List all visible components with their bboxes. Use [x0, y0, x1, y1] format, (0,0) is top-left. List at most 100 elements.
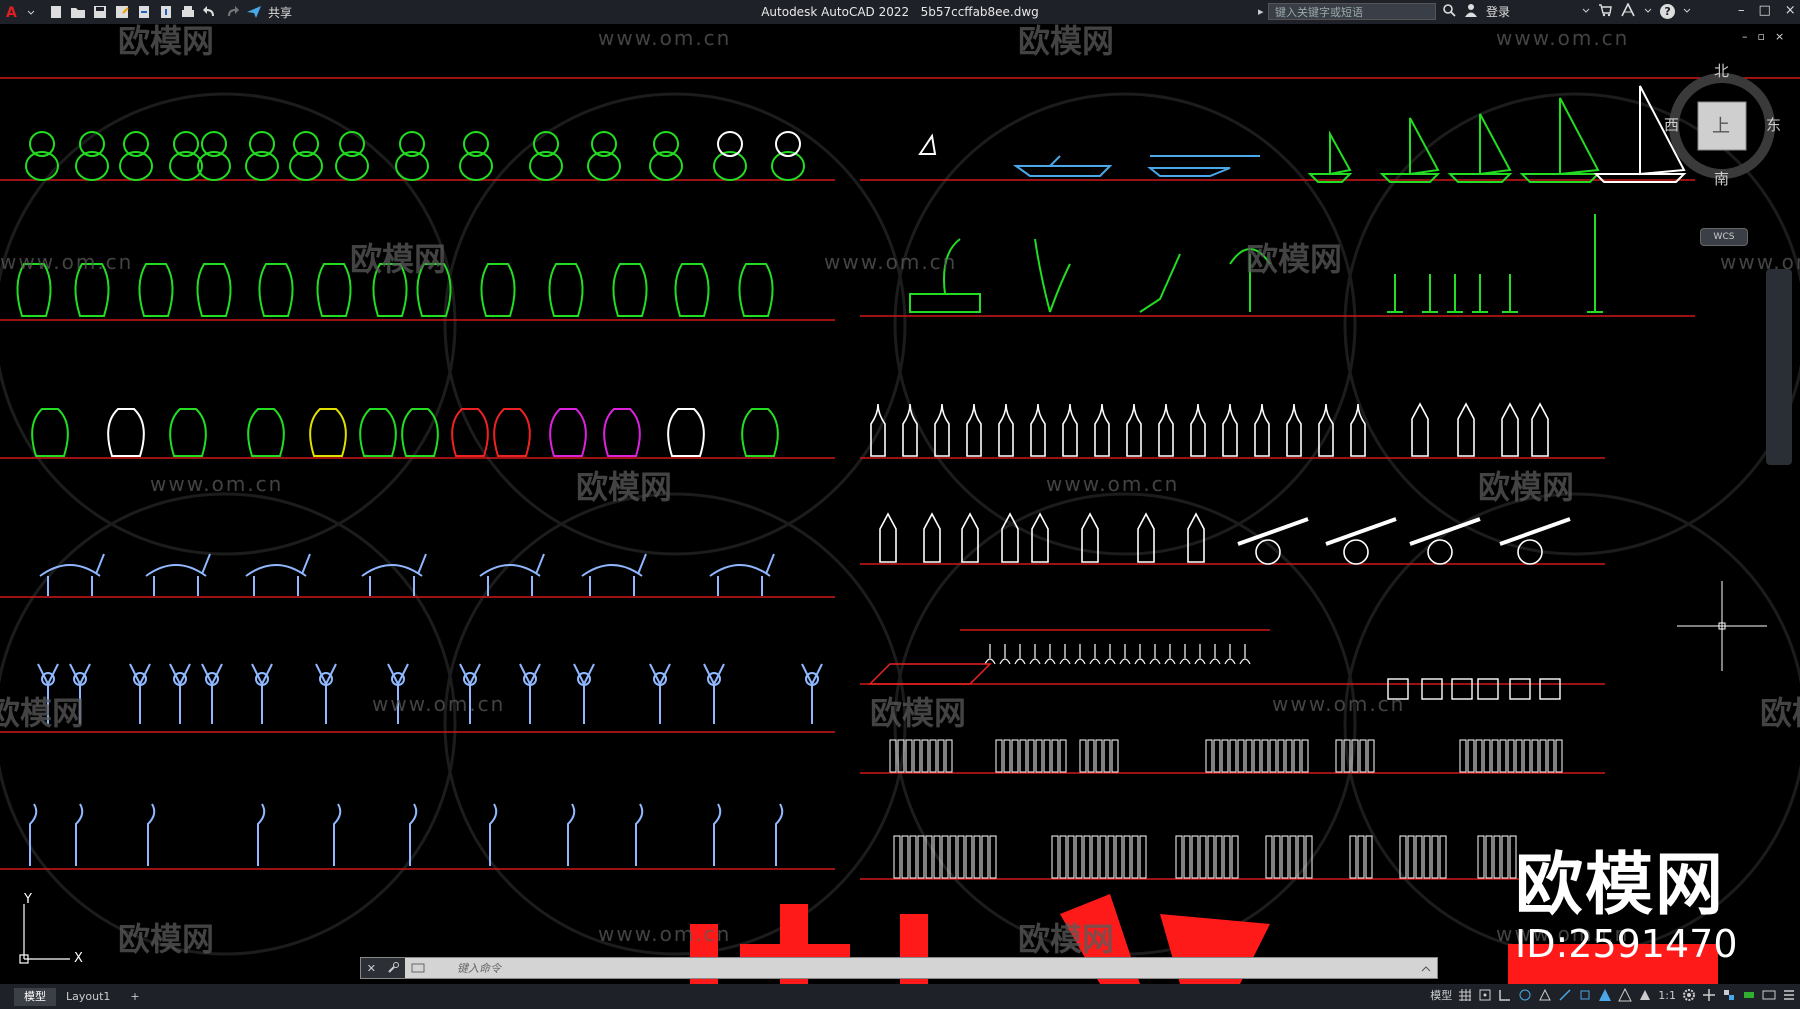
wine-bottle [934, 403, 950, 457]
book-spine [1003, 739, 1011, 773]
command-line-grip[interactable]: ✕ [361, 958, 405, 978]
book-spine [1091, 835, 1099, 879]
hardware-acceleration-icon[interactable] [1742, 988, 1756, 1002]
wcs-menu[interactable]: WCS [1700, 228, 1748, 246]
layout-tabs: 模型 Layout1 + [14, 987, 150, 1006]
hanging-wine-glass [1059, 644, 1071, 665]
drawing-close-button[interactable]: × [1775, 30, 1784, 43]
drawing-restore-button[interactable]: ▫ [1758, 30, 1765, 43]
watermark-url: www.om.cn [598, 922, 732, 946]
bird-sculpture [75, 803, 84, 866]
command-line[interactable]: ✕ 键入命令 [360, 957, 1438, 979]
cart-icon[interactable] [1598, 3, 1612, 20]
customization-menu-icon[interactable] [1782, 988, 1796, 1002]
ortho-icon[interactable] [1498, 988, 1512, 1002]
candle-stand [1587, 214, 1603, 313]
watermark-url: www.om.cn [1272, 692, 1406, 716]
isodraft-icon[interactable] [1538, 988, 1552, 1002]
share-icon[interactable] [246, 4, 262, 20]
close-icon[interactable]: ✕ [367, 962, 376, 975]
book-spine [1431, 835, 1439, 879]
annotation-scale-value[interactable]: 1:1 [1658, 989, 1676, 1002]
search-icon[interactable] [1442, 3, 1456, 20]
title-bar: A 共享 Autodesk AutoCAD 2022 5b57ccffab8ee… [0, 0, 1800, 24]
tab-layout1[interactable]: Layout1 [56, 988, 120, 1006]
share-label[interactable]: 共享 [268, 4, 292, 21]
decor-vase [359, 408, 397, 457]
book-spine [1111, 739, 1119, 773]
minimize-button[interactable]: – [1738, 3, 1745, 18]
book-spine [917, 835, 925, 879]
viewcube-west-label[interactable]: 西 [1664, 114, 1679, 135]
liquor-bottle [1457, 402, 1475, 457]
search-expand-icon[interactable]: ▸ [1258, 5, 1264, 18]
bottle [1081, 512, 1099, 563]
clean-screen-icon[interactable] [1762, 988, 1776, 1002]
book-spine [1191, 835, 1199, 879]
tab-model[interactable]: 模型 [14, 987, 56, 1006]
autocad-logo-icon[interactable]: A [4, 4, 20, 21]
drawing-minimize-button[interactable]: – [1742, 30, 1748, 43]
object-snap-tracking-icon[interactable] [1558, 988, 1572, 1002]
book-spine [1439, 835, 1447, 879]
search-input[interactable]: 键入关键字或短语 [1268, 3, 1436, 20]
book-spine [1019, 739, 1027, 773]
viewcube-face-label[interactable]: 上 [1712, 112, 1730, 138]
wine-bottle [1062, 403, 1078, 457]
object-snap-icon[interactable] [1578, 988, 1592, 1002]
command-input[interactable]: 键入命令 [427, 960, 1421, 976]
hanging-wine-glass [1179, 644, 1191, 665]
vase [138, 263, 174, 317]
snap-icon[interactable] [1478, 988, 1492, 1002]
hanging-wine-glass [1134, 644, 1146, 665]
annotation-visibility-icon[interactable] [1598, 988, 1612, 1002]
candle-stand [1447, 274, 1463, 313]
auto-scale-icon[interactable] [1618, 987, 1633, 1002]
book-spine [1207, 835, 1215, 879]
brand-id: ID:2591470 [1515, 922, 1738, 966]
chevron-down-icon[interactable] [26, 4, 42, 20]
annotation-scale-icon[interactable] [1638, 988, 1652, 1002]
chevron-down-icon[interactable] [1582, 3, 1590, 20]
autodesk-a360-icon[interactable] [1620, 2, 1636, 20]
save-icon[interactable] [92, 4, 108, 20]
book-spine [1547, 739, 1555, 773]
tab-add-layout[interactable]: + [120, 988, 149, 1006]
close-button[interactable]: × [1785, 3, 1796, 18]
ucs-y-label: Y [24, 892, 32, 907]
book-spine [945, 739, 953, 773]
watermark-cn: 欧模网 [118, 920, 215, 958]
open-folder-icon[interactable] [70, 4, 86, 20]
help-icon[interactable]: ? [1660, 4, 1676, 19]
maximize-button[interactable]: □ [1759, 3, 1771, 18]
chevron-down-icon[interactable] [1644, 3, 1652, 20]
decor-vase [549, 408, 587, 457]
login-button[interactable]: 登录 [1486, 3, 1510, 20]
hanging-wine-glass [1224, 644, 1236, 665]
model-space-toggle[interactable]: 模型 [1430, 987, 1452, 1003]
command-prompt-icon[interactable] [411, 959, 427, 978]
redo-icon[interactable] [224, 4, 240, 20]
polar-tracking-icon[interactable] [1518, 988, 1532, 1002]
vase [738, 263, 774, 317]
navigation-bar[interactable] [1766, 269, 1792, 465]
wrench-icon[interactable] [387, 959, 400, 978]
grid-icon[interactable] [1458, 988, 1472, 1002]
app-title: Autodesk AutoCAD 2022 [761, 5, 910, 19]
book-spine [1367, 739, 1375, 773]
drawing-canvas[interactable]: www.om.cn www.om.cn 欧模网 欧模网 www.om.cn 欧模… [0, 22, 1800, 984]
wine-bottle [1126, 403, 1142, 457]
book-spine [901, 835, 909, 879]
viewcube-north-label[interactable]: 北 [1714, 60, 1729, 81]
user-icon[interactable] [1464, 3, 1478, 20]
isolate-objects-icon[interactable] [1722, 988, 1736, 1002]
viewcube-south-label[interactable]: 南 [1714, 168, 1729, 189]
book-spine [1515, 739, 1523, 773]
chevron-up-icon[interactable] [1421, 959, 1431, 978]
viewcube-east-label[interactable]: 东 [1766, 114, 1781, 135]
leaf-arrangement [1139, 253, 1181, 313]
plus-icon[interactable] [1702, 988, 1716, 1002]
chevron-down-icon[interactable] [1683, 3, 1691, 20]
gear-icon[interactable] [1682, 988, 1696, 1002]
new-file-icon[interactable] [48, 4, 64, 20]
